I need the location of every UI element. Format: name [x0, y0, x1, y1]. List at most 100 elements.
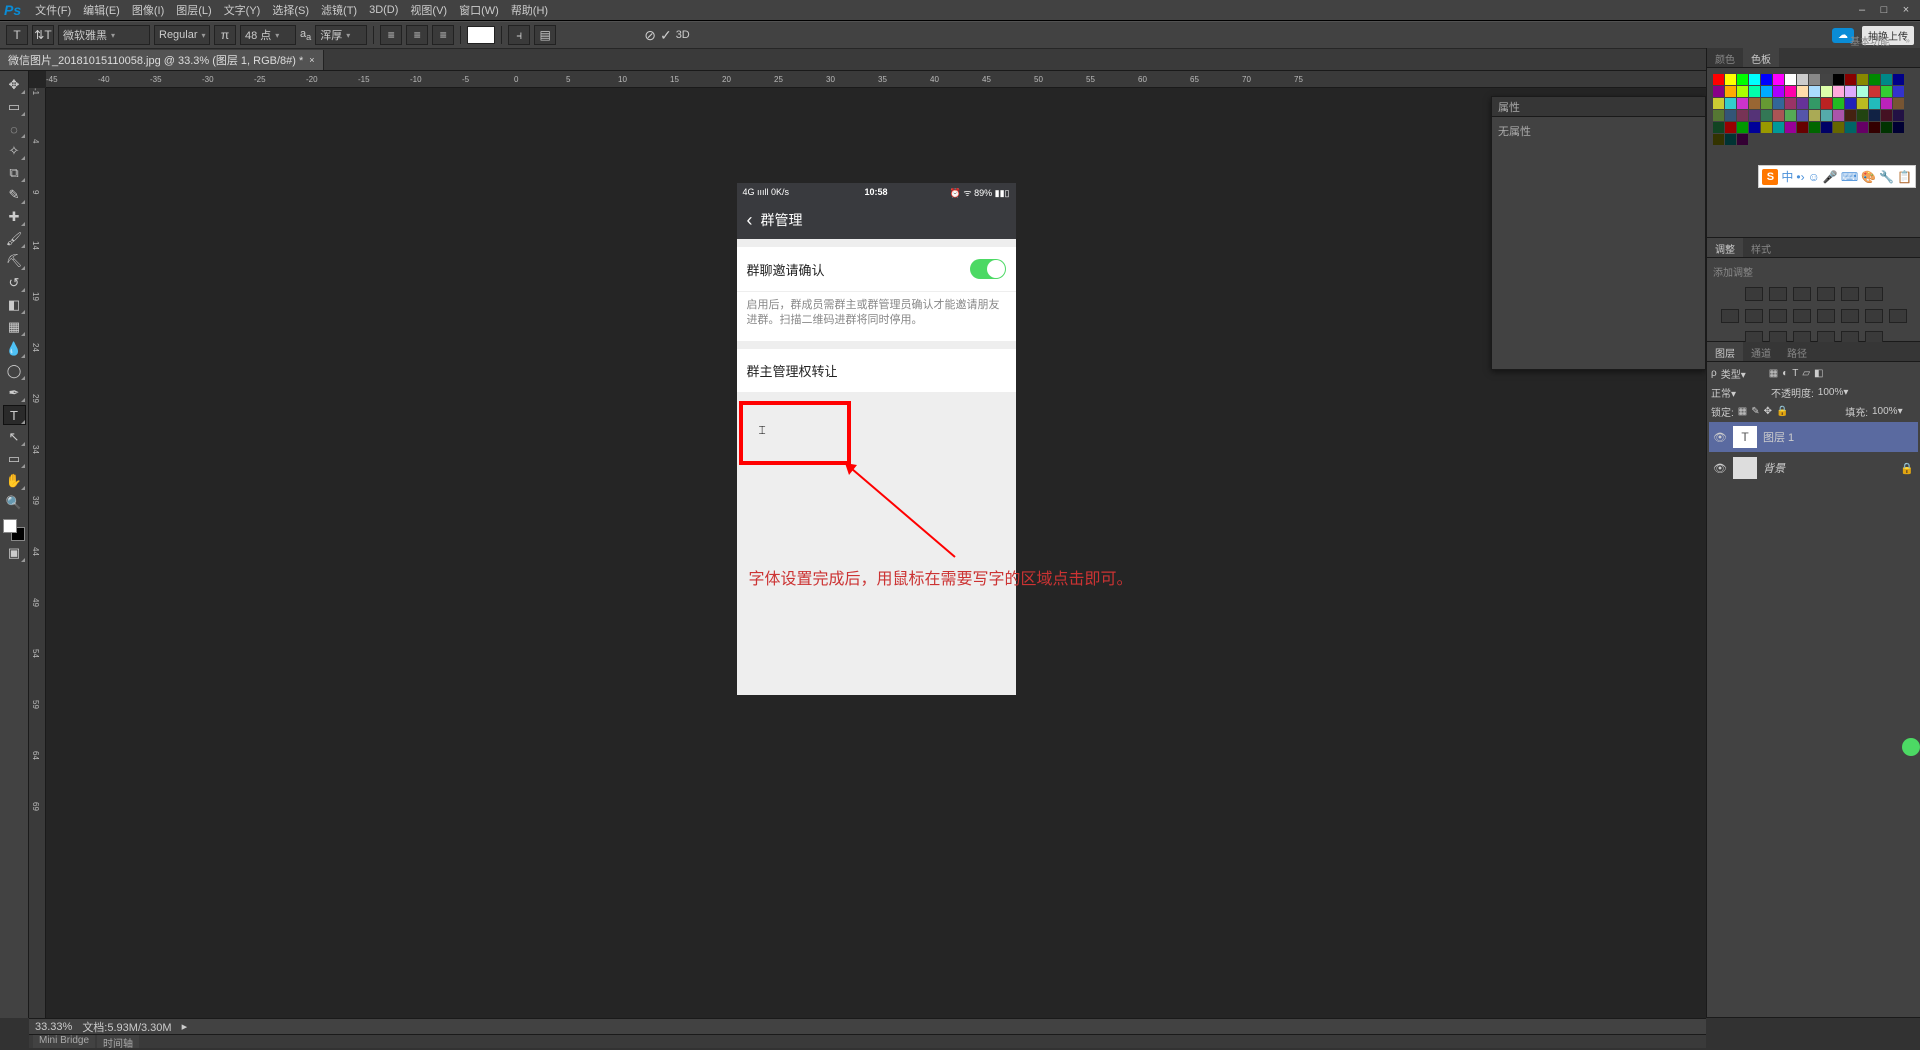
swatch-item[interactable]	[1737, 74, 1748, 85]
swatches-tab[interactable]: 色板	[1743, 48, 1779, 67]
antialias-combo[interactable]: 浑厚▾	[315, 25, 367, 45]
ime-voice-icon[interactable]: 🎤	[1823, 170, 1838, 184]
zoom-tool[interactable]: 🔍	[3, 493, 26, 513]
swatch-item[interactable]	[1737, 98, 1748, 109]
warp-text[interactable]: ⫞	[508, 25, 530, 45]
pen-tool[interactable]: ✒	[3, 383, 26, 403]
swatch-item[interactable]	[1749, 86, 1760, 97]
swatch-item[interactable]	[1857, 110, 1868, 121]
fgbg-swatch[interactable]	[3, 519, 25, 541]
sogou-icon[interactable]: S	[1762, 169, 1778, 185]
swatch-item[interactable]	[1761, 74, 1772, 85]
swatch-item[interactable]	[1785, 86, 1796, 97]
filter-shape-icon[interactable]: ▱	[1802, 368, 1810, 379]
filter-smart-icon[interactable]: ◧	[1814, 368, 1823, 379]
menu-help[interactable]: 帮助(H)	[505, 0, 554, 20]
healing-tool[interactable]: ✚	[3, 207, 26, 227]
font-size-combo[interactable]: 48 点▾	[240, 25, 296, 45]
swatch-item[interactable]	[1773, 98, 1784, 109]
swatch-item[interactable]	[1761, 110, 1772, 121]
workspace-label[interactable]: 基本功能	[1850, 33, 1890, 48]
char-panel-toggle[interactable]: ▤	[534, 25, 556, 45]
swatch-item[interactable]	[1725, 98, 1736, 109]
canvas[interactable]: 4G ıııll 0K/s 10:58 ⏰ ᯤ 89% ▮▮▯ ‹ 群管理 群聊…	[46, 88, 1706, 1018]
menu-filter[interactable]: 滤镜(T)	[315, 0, 363, 20]
swatch-item[interactable]	[1713, 122, 1724, 133]
swatch-item[interactable]	[1749, 122, 1760, 133]
menu-layer[interactable]: 图层(L)	[170, 0, 217, 20]
ime-skin-icon[interactable]: 🎨	[1861, 170, 1876, 184]
menu-image[interactable]: 图像(I)	[126, 0, 170, 20]
swatch-item[interactable]	[1893, 86, 1904, 97]
swatch-item[interactable]	[1893, 74, 1904, 85]
swatch-item[interactable]	[1797, 98, 1808, 109]
close-button[interactable]: ×	[1898, 4, 1914, 16]
swatch-item[interactable]	[1785, 98, 1796, 109]
layer-filter-combo[interactable]: 类型▾	[1721, 366, 1765, 381]
font-style-combo[interactable]: Regular▾	[154, 25, 210, 45]
swatch-item[interactable]	[1821, 122, 1832, 133]
lock-all-icon[interactable]: 🔒	[1776, 406, 1788, 417]
swatch-item[interactable]	[1761, 122, 1772, 133]
opacity-input[interactable]: 100%▾	[1818, 387, 1862, 398]
swatch-item[interactable]	[1725, 110, 1736, 121]
menu-select[interactable]: 选择(S)	[266, 0, 315, 20]
visibility-icon[interactable]: 👁	[1713, 462, 1727, 475]
paths-tab[interactable]: 路径	[1779, 342, 1815, 361]
swatch-item[interactable]	[1833, 110, 1844, 121]
swatches-grid[interactable]	[1713, 74, 1914, 145]
swatch-item[interactable]	[1809, 98, 1820, 109]
swatch-item[interactable]	[1845, 122, 1856, 133]
workspace-menu-icon[interactable]: »	[1906, 36, 1910, 45]
hand-tool[interactable]: ✋	[3, 471, 26, 491]
swatch-item[interactable]	[1845, 86, 1856, 97]
3d-button[interactable]: 3D	[676, 29, 690, 41]
menu-window[interactable]: 窗口(W)	[453, 0, 505, 20]
font-family-combo[interactable]: 微软雅黑▾	[58, 25, 150, 45]
swatch-item[interactable]	[1845, 110, 1856, 121]
history-brush-tool[interactable]: ↺	[3, 273, 26, 293]
swatch-item[interactable]	[1773, 122, 1784, 133]
swatch-item[interactable]	[1713, 134, 1724, 145]
swatch-item[interactable]	[1881, 110, 1892, 121]
swatch-item[interactable]	[1821, 74, 1832, 85]
lock-transparent-icon[interactable]: ▦	[1738, 406, 1747, 417]
align-center[interactable]: ≡	[406, 25, 428, 45]
swatch-item[interactable]	[1881, 86, 1892, 97]
swatch-item[interactable]	[1857, 74, 1868, 85]
filter-img-icon[interactable]: ▦	[1769, 368, 1778, 379]
swatch-item[interactable]	[1737, 134, 1748, 145]
lock-pixels-icon[interactable]: ✎	[1751, 406, 1759, 417]
cancel-icon[interactable]: ⊘	[644, 27, 656, 44]
swatch-item[interactable]	[1881, 98, 1892, 109]
status-menu-icon[interactable]: ▸	[182, 1020, 188, 1033]
eyedropper-tool[interactable]: ✎	[3, 185, 26, 205]
blend-mode-combo[interactable]: 正常▾	[1711, 385, 1767, 400]
swatch-item[interactable]	[1761, 98, 1772, 109]
swatch-item[interactable]	[1857, 98, 1868, 109]
swatch-item[interactable]	[1737, 86, 1748, 97]
ime-emoji-icon[interactable]: ☺	[1808, 170, 1820, 184]
ime-settings-icon[interactable]: 📋	[1897, 170, 1912, 184]
swatch-item[interactable]	[1785, 110, 1796, 121]
ime-lang[interactable]: 中	[1781, 168, 1793, 185]
swatch-item[interactable]	[1857, 122, 1868, 133]
swatch-item[interactable]	[1869, 86, 1880, 97]
wand-tool[interactable]: ✧	[3, 141, 26, 161]
filter-type-icon[interactable]: T	[1792, 368, 1798, 379]
swatch-item[interactable]	[1869, 74, 1880, 85]
swatch-item[interactable]	[1713, 86, 1724, 97]
align-right[interactable]: ≡	[432, 25, 454, 45]
swatch-item[interactable]	[1725, 134, 1736, 145]
maximize-button[interactable]: □	[1876, 4, 1892, 16]
tab-close-icon[interactable]: ×	[309, 55, 314, 65]
swatch-item[interactable]	[1869, 98, 1880, 109]
swatch-item[interactable]	[1833, 122, 1844, 133]
swatch-item[interactable]	[1797, 86, 1808, 97]
swatch-item[interactable]	[1749, 74, 1760, 85]
swatch-item[interactable]	[1809, 86, 1820, 97]
swatch-item[interactable]	[1713, 110, 1724, 121]
swatch-item[interactable]	[1893, 122, 1904, 133]
gradient-tool[interactable]: ▦	[3, 317, 26, 337]
move-tool[interactable]: ✥	[3, 75, 26, 95]
